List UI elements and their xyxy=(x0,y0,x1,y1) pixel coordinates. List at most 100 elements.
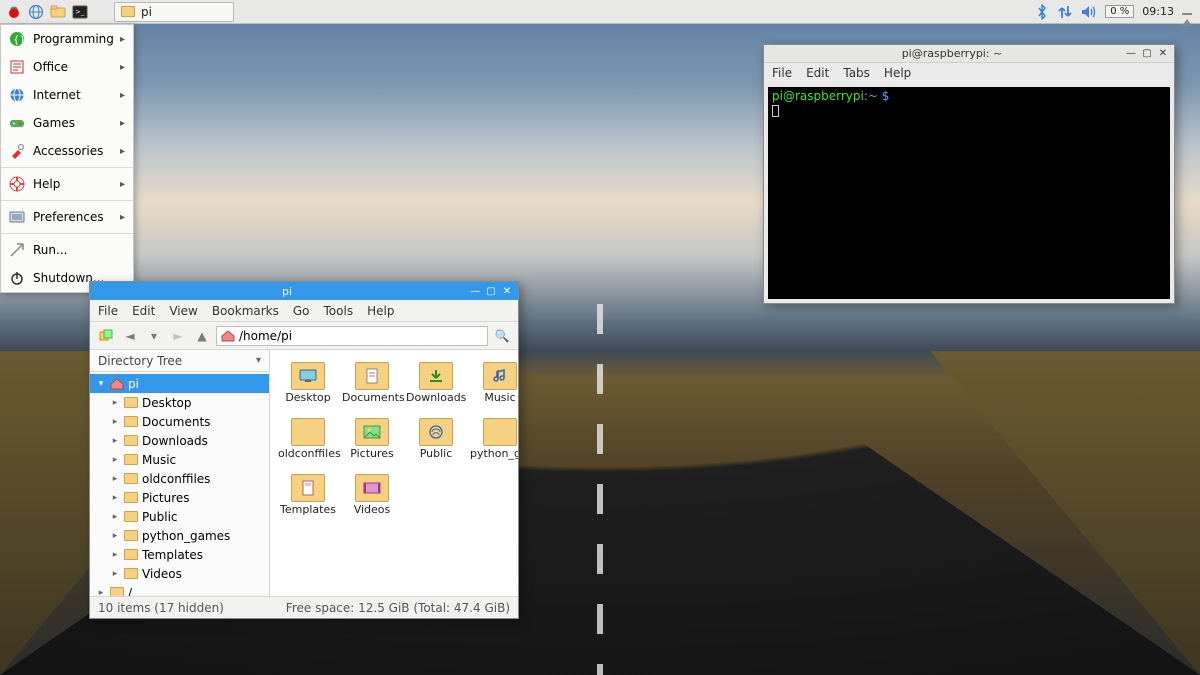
folder-item[interactable]: Videos xyxy=(342,470,402,520)
menu-help[interactable]: Help xyxy=(367,304,394,318)
tree-twisty-icon[interactable]: ▸ xyxy=(110,550,120,560)
cpu-monitor[interactable]: 0 % xyxy=(1105,5,1134,18)
folder-item[interactable]: Downloads xyxy=(406,358,466,408)
close-button[interactable]: ✕ xyxy=(1156,47,1170,61)
tree-node-label: Music xyxy=(142,453,176,467)
menu-games[interactable]: Games▸ xyxy=(1,109,133,137)
menu-file[interactable]: File xyxy=(98,304,118,318)
menu-preferences-label: Preferences xyxy=(33,210,104,224)
tree-twisty-icon[interactable]: ▸ xyxy=(110,569,120,579)
folder-item[interactable]: oldconffiles xyxy=(278,414,338,464)
tree-twisty-icon[interactable]: ▸ xyxy=(110,512,120,522)
menu-edit[interactable]: Edit xyxy=(806,66,829,80)
folder-icon xyxy=(124,511,138,522)
menu-button[interactable] xyxy=(4,2,24,22)
nav-forward-button[interactable]: ► xyxy=(168,326,188,346)
menu-preferences[interactable]: Preferences ▸ xyxy=(1,203,133,231)
terminal-icon[interactable]: >_ xyxy=(70,2,90,22)
tree-twisty-icon[interactable]: ▸ xyxy=(110,455,120,465)
nav-up-button[interactable]: ▲ xyxy=(192,326,212,346)
tree-twisty-icon[interactable]: ▸ xyxy=(110,493,120,503)
close-button[interactable]: ✕ xyxy=(500,284,514,298)
tree-node[interactable]: ▸python_games xyxy=(90,526,269,545)
menu-tabs[interactable]: Tabs xyxy=(843,66,870,80)
fm-titlebar[interactable]: pi — ▢ ✕ xyxy=(90,282,518,300)
tree-node[interactable]: ▸Templates xyxy=(90,545,269,564)
term-screen[interactable]: pi@raspberrypi:~ $ xyxy=(768,87,1170,299)
folder-label: oldconffiles xyxy=(278,448,338,460)
tree-node[interactable]: ▸Videos xyxy=(90,564,269,583)
application-menu: {}Programming▸Office▸Internet▸Games▸Acce… xyxy=(0,24,134,293)
menu-view[interactable]: View xyxy=(169,304,197,318)
menu-accessories[interactable]: Accessories▸ xyxy=(1,137,133,165)
menu-edit[interactable]: Edit xyxy=(132,304,155,318)
tree-node[interactable]: ▸Pictures xyxy=(90,488,269,507)
folder-icon xyxy=(124,492,138,503)
tree-node[interactable]: ▸Public xyxy=(90,507,269,526)
tree-node[interactable]: ▾pi xyxy=(90,374,269,393)
nav-history-button[interactable]: ▾ xyxy=(144,326,164,346)
menu-internet[interactable]: Internet▸ xyxy=(1,81,133,109)
minimize-button[interactable]: — xyxy=(468,284,482,298)
tree-twisty-icon[interactable]: ▸ xyxy=(110,531,120,541)
folder-item[interactable]: Music xyxy=(470,358,518,408)
folder-label: Desktop xyxy=(285,392,330,404)
tree-node[interactable]: ▸oldconffiles xyxy=(90,469,269,488)
folder-item[interactable]: Desktop xyxy=(278,358,338,408)
folder-label: python_games xyxy=(470,448,518,460)
folder-item[interactable]: Documents xyxy=(342,358,402,408)
path-input[interactable] xyxy=(239,329,483,343)
tree-node[interactable]: ▸/ xyxy=(90,583,269,596)
tree-node[interactable]: ▸Desktop xyxy=(90,393,269,412)
path-go-button[interactable]: 🔍 xyxy=(492,326,512,346)
tree-twisty-icon[interactable]: ▸ xyxy=(110,417,120,427)
folder-item[interactable]: python_games xyxy=(470,414,518,464)
fm-content[interactable]: Desktop DocumentsDownloadsMusic oldconffil… xyxy=(270,350,518,596)
tree-node[interactable]: ▸ Music xyxy=(90,450,269,469)
folder-item[interactable]: Pictures xyxy=(342,414,402,464)
tree-twisty-icon[interactable]: ▸ xyxy=(110,398,120,408)
tree-twisty-icon[interactable]: ▸ xyxy=(110,436,120,446)
folder-icon xyxy=(124,454,138,465)
tree-twisty-icon[interactable]: ▾ xyxy=(96,379,106,389)
menu-tools[interactable]: Tools xyxy=(324,304,354,318)
folder-icon xyxy=(124,416,138,427)
tree-twisty-icon[interactable]: ▸ xyxy=(96,588,106,597)
menu-go[interactable]: Go xyxy=(293,304,310,318)
taskbar-window-button[interactable]: pi xyxy=(114,2,234,22)
network-icon[interactable] xyxy=(1057,4,1073,20)
folder-icon xyxy=(124,568,138,579)
menu-file[interactable]: File xyxy=(772,66,792,80)
tree-node[interactable]: ▸Downloads xyxy=(90,431,269,450)
folder-item[interactable]: Public xyxy=(406,414,466,464)
bluetooth-icon[interactable] xyxy=(1035,4,1049,20)
quick-launch: >_ xyxy=(0,2,94,22)
folder-icon xyxy=(110,587,124,596)
tree-node[interactable]: ▸Documents xyxy=(90,412,269,431)
maximize-button[interactable]: ▢ xyxy=(1140,47,1154,61)
maximize-button[interactable]: ▢ xyxy=(484,284,498,298)
chevron-right-icon: ▸ xyxy=(120,146,125,157)
menu-item-label: Games xyxy=(33,116,75,130)
menu-programming[interactable]: {}Programming▸ xyxy=(1,25,133,53)
menu-help[interactable]: Help ▸ xyxy=(1,170,133,198)
sidebar-header[interactable]: Directory Tree ▾ xyxy=(90,350,269,372)
chevron-right-icon: ▸ xyxy=(120,34,125,45)
volume-icon[interactable] xyxy=(1081,5,1097,19)
file-manager-icon[interactable] xyxy=(48,2,68,22)
browser-icon[interactable] xyxy=(26,2,46,22)
path-bar[interactable] xyxy=(216,326,488,346)
menu-run[interactable]: Run... xyxy=(1,236,133,264)
eject-icon[interactable] xyxy=(1182,5,1192,19)
nav-back-button[interactable]: ◄ xyxy=(120,326,140,346)
menu-bookmarks[interactable]: Bookmarks xyxy=(212,304,279,318)
clock[interactable]: 09:13 xyxy=(1142,5,1174,18)
minimize-button[interactable]: — xyxy=(1124,47,1138,61)
new-tab-button[interactable] xyxy=(96,326,116,346)
term-titlebar[interactable]: pi@raspberrypi: ~ — ▢ ✕ xyxy=(764,45,1174,63)
folder-item[interactable]: Templates xyxy=(278,470,338,520)
menu-office[interactable]: Office▸ xyxy=(1,53,133,81)
tree-twisty-icon[interactable]: ▸ xyxy=(110,474,120,484)
menu-help[interactable]: Help xyxy=(884,66,911,80)
folder-label: Pictures xyxy=(350,448,394,460)
